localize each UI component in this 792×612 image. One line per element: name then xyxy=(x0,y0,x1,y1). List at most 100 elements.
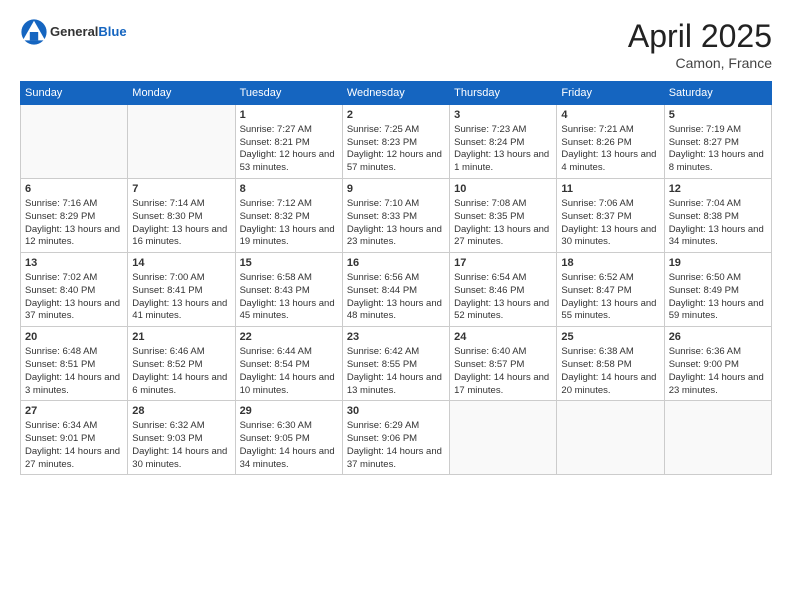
day-number: 6 xyxy=(25,182,123,197)
calendar-cell: 25Sunrise: 6:38 AM Sunset: 8:58 PM Dayli… xyxy=(557,327,664,401)
day-info: Sunrise: 7:27 AM Sunset: 8:21 PM Dayligh… xyxy=(240,124,335,173)
day-number: 25 xyxy=(561,330,659,345)
calendar-cell: 18Sunrise: 6:52 AM Sunset: 8:47 PM Dayli… xyxy=(557,253,664,327)
calendar-cell: 14Sunrise: 7:00 AM Sunset: 8:41 PM Dayli… xyxy=(128,253,235,327)
calendar-cell: 4Sunrise: 7:21 AM Sunset: 8:26 PM Daylig… xyxy=(557,105,664,179)
calendar-cell xyxy=(557,401,664,475)
calendar-cell: 27Sunrise: 6:34 AM Sunset: 9:01 PM Dayli… xyxy=(21,401,128,475)
calendar-week-row: 13Sunrise: 7:02 AM Sunset: 8:40 PM Dayli… xyxy=(21,253,772,327)
calendar-cell: 28Sunrise: 6:32 AM Sunset: 9:03 PM Dayli… xyxy=(128,401,235,475)
calendar-header-row: SundayMondayTuesdayWednesdayThursdayFrid… xyxy=(21,82,772,105)
day-number: 17 xyxy=(454,256,552,271)
day-number: 24 xyxy=(454,330,552,345)
calendar-cell: 17Sunrise: 6:54 AM Sunset: 8:46 PM Dayli… xyxy=(450,253,557,327)
weekday-header: Saturday xyxy=(664,82,771,105)
day-info: Sunrise: 6:36 AM Sunset: 9:00 PM Dayligh… xyxy=(669,346,764,395)
day-info: Sunrise: 6:48 AM Sunset: 8:51 PM Dayligh… xyxy=(25,346,120,395)
day-number: 12 xyxy=(669,182,767,197)
day-number: 9 xyxy=(347,182,445,197)
day-number: 7 xyxy=(132,182,230,197)
logo-blue: Blue xyxy=(98,24,126,39)
calendar-week-row: 6Sunrise: 7:16 AM Sunset: 8:29 PM Daylig… xyxy=(21,179,772,253)
day-info: Sunrise: 6:30 AM Sunset: 9:05 PM Dayligh… xyxy=(240,420,335,469)
day-info: Sunrise: 6:44 AM Sunset: 8:54 PM Dayligh… xyxy=(240,346,335,395)
day-number: 13 xyxy=(25,256,123,271)
calendar-cell: 19Sunrise: 6:50 AM Sunset: 8:49 PM Dayli… xyxy=(664,253,771,327)
day-info: Sunrise: 6:58 AM Sunset: 8:43 PM Dayligh… xyxy=(240,272,335,321)
logo-icon xyxy=(20,18,48,46)
calendar-cell: 11Sunrise: 7:06 AM Sunset: 8:37 PM Dayli… xyxy=(557,179,664,253)
day-info: Sunrise: 7:10 AM Sunset: 8:33 PM Dayligh… xyxy=(347,198,442,247)
day-info: Sunrise: 6:29 AM Sunset: 9:06 PM Dayligh… xyxy=(347,420,442,469)
day-number: 29 xyxy=(240,404,338,419)
calendar-cell: 29Sunrise: 6:30 AM Sunset: 9:05 PM Dayli… xyxy=(235,401,342,475)
day-number: 16 xyxy=(347,256,445,271)
calendar-cell: 16Sunrise: 6:56 AM Sunset: 8:44 PM Dayli… xyxy=(342,253,449,327)
logo-general: General xyxy=(50,24,98,39)
calendar-cell: 9Sunrise: 7:10 AM Sunset: 8:33 PM Daylig… xyxy=(342,179,449,253)
day-info: Sunrise: 7:04 AM Sunset: 8:38 PM Dayligh… xyxy=(669,198,764,247)
day-number: 18 xyxy=(561,256,659,271)
day-number: 28 xyxy=(132,404,230,419)
day-number: 26 xyxy=(669,330,767,345)
calendar-cell: 20Sunrise: 6:48 AM Sunset: 8:51 PM Dayli… xyxy=(21,327,128,401)
day-info: Sunrise: 7:08 AM Sunset: 8:35 PM Dayligh… xyxy=(454,198,549,247)
calendar-cell: 26Sunrise: 6:36 AM Sunset: 9:00 PM Dayli… xyxy=(664,327,771,401)
title-block: April 2025 Camon, France xyxy=(628,18,772,71)
calendar-cell xyxy=(450,401,557,475)
day-number: 23 xyxy=(347,330,445,345)
calendar-cell: 5Sunrise: 7:19 AM Sunset: 8:27 PM Daylig… xyxy=(664,105,771,179)
calendar-cell: 23Sunrise: 6:42 AM Sunset: 8:55 PM Dayli… xyxy=(342,327,449,401)
calendar-cell: 30Sunrise: 6:29 AM Sunset: 9:06 PM Dayli… xyxy=(342,401,449,475)
day-info: Sunrise: 6:32 AM Sunset: 9:03 PM Dayligh… xyxy=(132,420,227,469)
day-number: 27 xyxy=(25,404,123,419)
day-number: 3 xyxy=(454,108,552,123)
day-info: Sunrise: 7:00 AM Sunset: 8:41 PM Dayligh… xyxy=(132,272,227,321)
day-info: Sunrise: 7:19 AM Sunset: 8:27 PM Dayligh… xyxy=(669,124,764,173)
day-info: Sunrise: 7:06 AM Sunset: 8:37 PM Dayligh… xyxy=(561,198,656,247)
day-number: 14 xyxy=(132,256,230,271)
day-number: 22 xyxy=(240,330,338,345)
calendar-week-row: 1Sunrise: 7:27 AM Sunset: 8:21 PM Daylig… xyxy=(21,105,772,179)
calendar-table: SundayMondayTuesdayWednesdayThursdayFrid… xyxy=(20,81,772,475)
day-number: 20 xyxy=(25,330,123,345)
day-info: Sunrise: 7:16 AM Sunset: 8:29 PM Dayligh… xyxy=(25,198,120,247)
calendar-cell: 22Sunrise: 6:44 AM Sunset: 8:54 PM Dayli… xyxy=(235,327,342,401)
day-info: Sunrise: 6:50 AM Sunset: 8:49 PM Dayligh… xyxy=(669,272,764,321)
day-number: 10 xyxy=(454,182,552,197)
day-info: Sunrise: 7:02 AM Sunset: 8:40 PM Dayligh… xyxy=(25,272,120,321)
day-info: Sunrise: 6:42 AM Sunset: 8:55 PM Dayligh… xyxy=(347,346,442,395)
day-number: 5 xyxy=(669,108,767,123)
day-info: Sunrise: 7:14 AM Sunset: 8:30 PM Dayligh… xyxy=(132,198,227,247)
weekday-header: Wednesday xyxy=(342,82,449,105)
calendar-cell xyxy=(128,105,235,179)
day-info: Sunrise: 6:52 AM Sunset: 8:47 PM Dayligh… xyxy=(561,272,656,321)
calendar-cell: 13Sunrise: 7:02 AM Sunset: 8:40 PM Dayli… xyxy=(21,253,128,327)
calendar-cell: 3Sunrise: 7:23 AM Sunset: 8:24 PM Daylig… xyxy=(450,105,557,179)
day-info: Sunrise: 7:21 AM Sunset: 8:26 PM Dayligh… xyxy=(561,124,656,173)
header: GeneralBlue April 2025 Camon, France xyxy=(20,18,772,71)
calendar-cell: 6Sunrise: 7:16 AM Sunset: 8:29 PM Daylig… xyxy=(21,179,128,253)
day-number: 30 xyxy=(347,404,445,419)
calendar-cell: 2Sunrise: 7:25 AM Sunset: 8:23 PM Daylig… xyxy=(342,105,449,179)
page: GeneralBlue April 2025 Camon, France Sun… xyxy=(0,0,792,612)
calendar-cell: 1Sunrise: 7:27 AM Sunset: 8:21 PM Daylig… xyxy=(235,105,342,179)
logo: GeneralBlue xyxy=(20,18,127,46)
weekday-header: Thursday xyxy=(450,82,557,105)
day-number: 21 xyxy=(132,330,230,345)
day-number: 19 xyxy=(669,256,767,271)
location: Camon, France xyxy=(628,55,772,71)
calendar-cell: 7Sunrise: 7:14 AM Sunset: 8:30 PM Daylig… xyxy=(128,179,235,253)
day-number: 8 xyxy=(240,182,338,197)
day-info: Sunrise: 6:38 AM Sunset: 8:58 PM Dayligh… xyxy=(561,346,656,395)
day-info: Sunrise: 6:34 AM Sunset: 9:01 PM Dayligh… xyxy=(25,420,120,469)
day-number: 15 xyxy=(240,256,338,271)
calendar-cell: 10Sunrise: 7:08 AM Sunset: 8:35 PM Dayli… xyxy=(450,179,557,253)
calendar-cell: 8Sunrise: 7:12 AM Sunset: 8:32 PM Daylig… xyxy=(235,179,342,253)
weekday-header: Monday xyxy=(128,82,235,105)
calendar-cell xyxy=(21,105,128,179)
day-info: Sunrise: 7:25 AM Sunset: 8:23 PM Dayligh… xyxy=(347,124,442,173)
day-number: 4 xyxy=(561,108,659,123)
day-number: 1 xyxy=(240,108,338,123)
day-info: Sunrise: 6:46 AM Sunset: 8:52 PM Dayligh… xyxy=(132,346,227,395)
